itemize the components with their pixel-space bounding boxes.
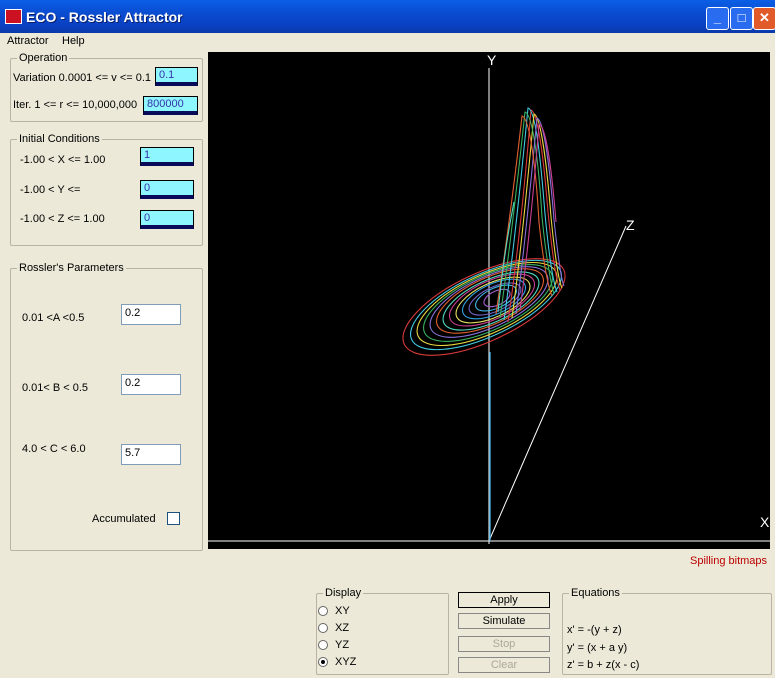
radio-yz[interactable] [318, 640, 328, 650]
z-label: -1.00 < Z <= 1.00 [20, 213, 105, 225]
y-input[interactable]: 0 [140, 180, 194, 199]
y-label: -1.00 < Y <= [20, 184, 81, 196]
rossler-legend: Rossler's Parameters [17, 262, 126, 274]
a-input[interactable]: 0.2 [121, 304, 181, 325]
x-input[interactable]: 1 [140, 147, 194, 166]
app-icon[interactable] [5, 9, 22, 24]
a-label: 0.01 <A <0.5 [22, 312, 85, 324]
accumulated-label: Accumulated [92, 513, 156, 525]
equation-z: z' = b + z(x - c) [567, 659, 640, 671]
radio-xyz-label: XYZ [335, 656, 357, 668]
operation-legend: Operation [17, 52, 70, 64]
minimize-button[interactable]: _ [706, 7, 729, 30]
equation-y: y' = (x + a y) [567, 642, 628, 654]
c-input[interactable]: 5.7 [121, 444, 181, 465]
attractor-canvas: Y Z X [208, 52, 770, 544]
radio-xz[interactable] [318, 623, 328, 633]
accumulated-checkbox[interactable] [167, 512, 180, 525]
maximize-button[interactable]: □ [730, 7, 753, 30]
menu-bar: Attractor Help [0, 33, 775, 51]
attractor-plot: Y Z X [208, 52, 770, 549]
variation-input[interactable]: 0.1 [155, 67, 198, 86]
initial-legend: Initial Conditions [17, 133, 102, 145]
iter-input[interactable]: 800000 [143, 96, 198, 115]
radio-yz-label: YZ [335, 639, 350, 651]
radio-xy[interactable] [318, 606, 328, 616]
x-axis-label: X [760, 514, 770, 530]
equation-x: x' = -(y + z) [567, 624, 622, 636]
z-axis-label: Z [626, 217, 635, 233]
radio-xz-label: XZ [335, 622, 350, 634]
iter-label: Iter. 1 <= r <= 10,000,000 [13, 99, 138, 111]
stop-button[interactable]: Stop [458, 636, 550, 652]
equations-legend: Equations [569, 587, 622, 599]
apply-button[interactable]: Apply [458, 592, 550, 608]
radio-xy-label: XY [335, 605, 350, 617]
c-label: 4.0 < C < 6.0 [22, 443, 86, 455]
variation-label: Variation 0.0001 <= v <= 0.1 [13, 72, 152, 84]
window-title: ECO - Rossler Attractor [26, 9, 183, 25]
attractor-trajectory [402, 107, 566, 356]
status-text: Spilling bitmaps [690, 555, 768, 567]
x-label: -1.00 < X <= 1.00 [20, 154, 106, 166]
menu-help[interactable]: Help [62, 35, 85, 47]
b-label: 0.01< B < 0.5 [22, 382, 89, 394]
close-button[interactable]: ✕ [753, 7, 775, 30]
simulate-button[interactable]: Simulate [458, 613, 550, 629]
z-input[interactable]: 0 [140, 210, 194, 229]
b-input[interactable]: 0.2 [121, 374, 181, 395]
radio-xyz[interactable] [318, 657, 328, 667]
clear-button[interactable]: Clear [458, 657, 550, 673]
title-bar: ECO - Rossler Attractor _ □ ✕ [0, 0, 775, 33]
display-legend: Display [323, 587, 364, 599]
y-axis-label: Y [487, 52, 497, 68]
menu-attractor[interactable]: Attractor [7, 35, 49, 47]
